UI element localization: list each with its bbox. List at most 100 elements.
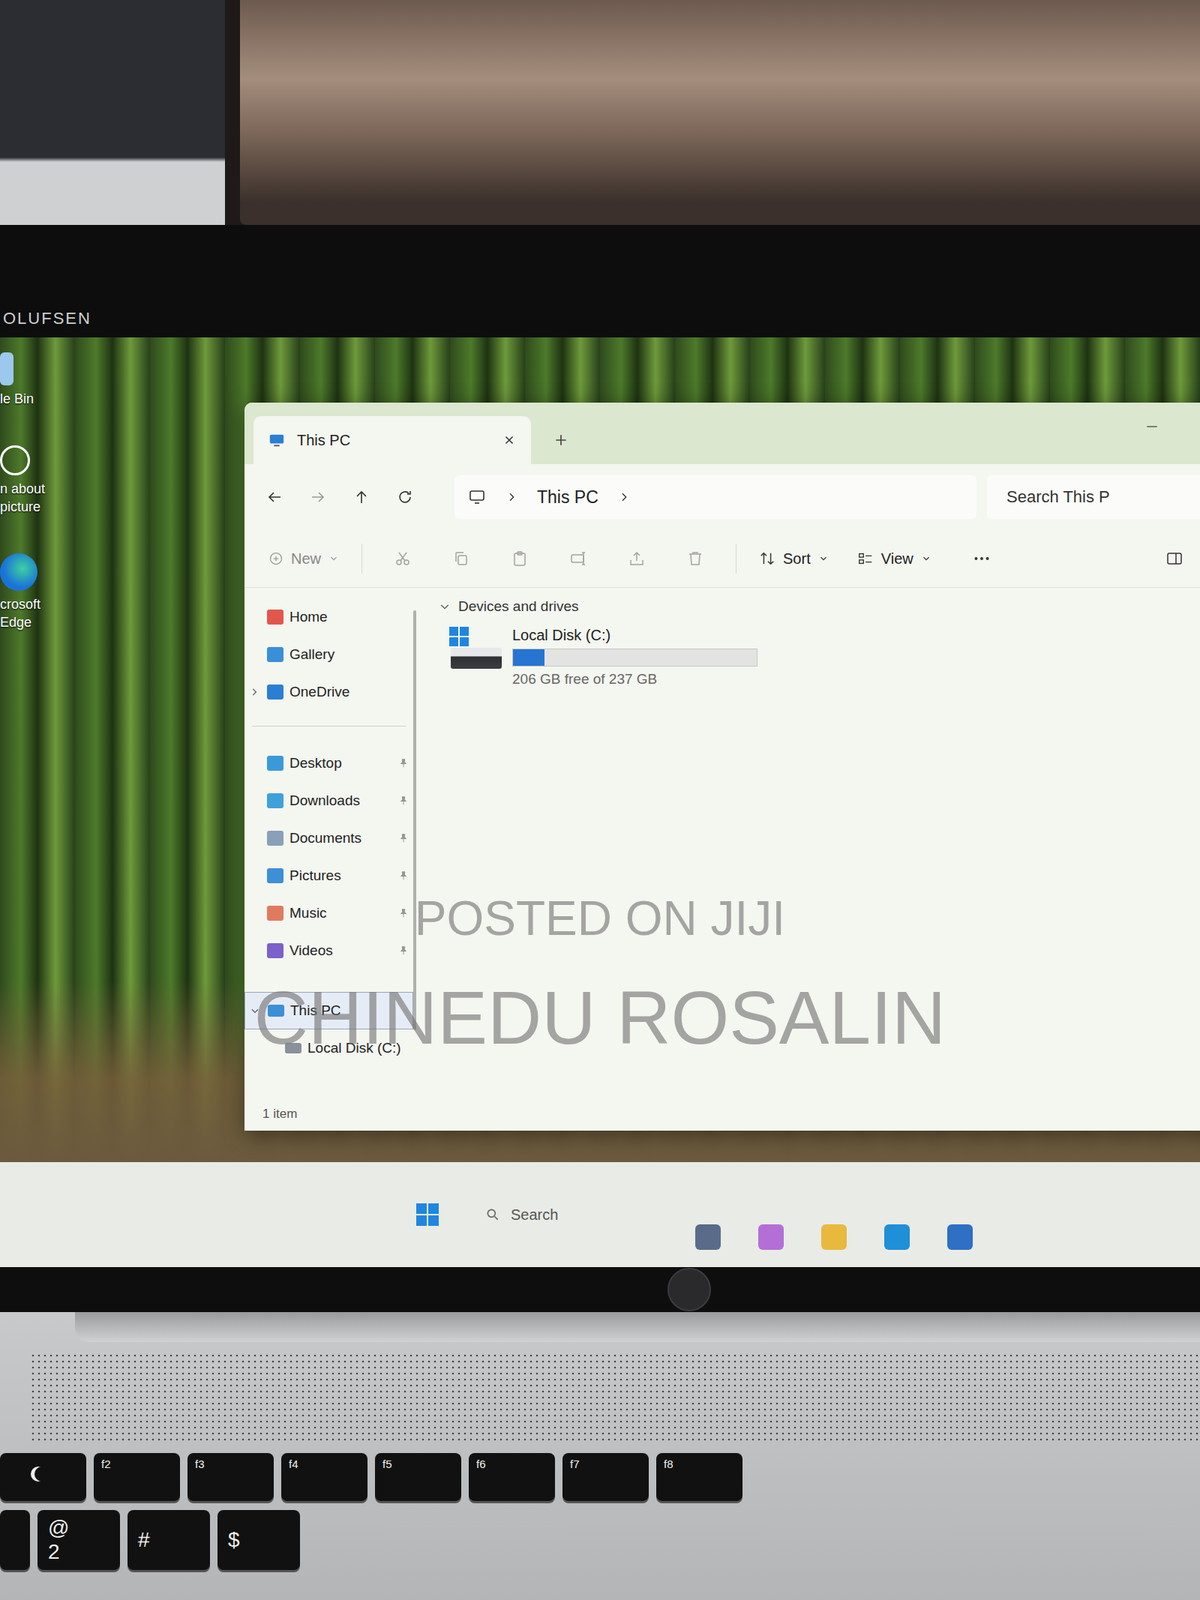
copy-icon[interactable] [452,549,471,568]
folder-icon [267,868,284,884]
sidebar-label: Desktop [289,755,393,772]
key[interactable]: f8 [656,1453,743,1502]
key[interactable]: @2 [37,1510,120,1571]
taskbar-app-icon[interactable] [821,1224,847,1251]
key[interactable]: $ [217,1510,300,1571]
pin-icon[interactable] [398,833,409,844]
taskbar-app-icon[interactable] [758,1224,784,1251]
pin-icon[interactable] [398,795,409,807]
pin-icon[interactable] [398,870,409,882]
tree-item[interactable]: Local Disk (C:) [244,1029,414,1068]
speaker-grill [30,1353,1200,1443]
key[interactable]: f2 [93,1453,180,1502]
item-count: 1 item [262,1107,297,1122]
sort-icon [759,550,776,567]
desktop-icon-label: n about [0,480,45,498]
desktop-icon[interactable]: crosoftEdge [0,553,60,632]
key-label: f5 [382,1458,393,1471]
monitor-icon [468,488,486,507]
details-pane-icon[interactable] [1165,549,1184,568]
cut-icon[interactable] [393,549,412,568]
close-icon[interactable] [502,433,516,447]
key[interactable] [0,1510,30,1571]
computer-icon [267,1005,285,1017]
desktop-icon[interactable]: le Bin [0,352,60,408]
search-field[interactable]: Search This P [987,475,1200,519]
breadcrumb-field[interactable]: This PC [454,475,977,519]
hp-logo-icon [667,1268,711,1312]
chevron-right-icon[interactable] [618,491,630,504]
tab-title: This PC [297,432,491,450]
folder-icon [267,943,284,959]
sidebar-item[interactable]: Downloads [244,782,414,820]
sidebar-label: OneDrive [289,684,409,701]
rename-icon[interactable] [569,549,588,568]
paste-icon[interactable] [510,549,529,568]
key[interactable]: f3 [187,1453,274,1502]
new-button[interactable]: New [262,546,345,573]
desktop-icon-label: Edge [0,613,32,632]
sidebar-item[interactable]: Videos [244,932,414,970]
sidebar-item[interactable]: Music [244,894,414,933]
breadcrumb[interactable]: This PC [537,487,599,508]
computer-icon [285,1043,302,1054]
moon-icon [34,1467,50,1482]
nav-scrollbar[interactable] [413,610,417,1031]
taskbar-app-icon[interactable] [695,1224,721,1251]
sidebar-item[interactable]: Pictures [244,857,414,895]
up-arrow-icon[interactable] [352,488,371,507]
usage-fill [513,649,545,666]
file-actions [378,549,720,568]
view-button[interactable]: View [851,546,938,573]
key[interactable]: f6 [468,1453,555,1502]
pin-icon[interactable] [398,908,409,919]
chevron-icon[interactable] [249,687,260,698]
key[interactable]: f4 [281,1453,368,1502]
tab-bar: This PC [244,402,1200,465]
explorer-window[interactable]: This PC This PC Search This P New Sort View Ho… [244,402,1200,1131]
sidebar-item[interactable]: OneDrive [244,673,414,711]
drive-free-space: 206 GB free of 237 GB [512,671,758,688]
toolbar-separator [361,543,363,574]
key[interactable]: f5 [375,1453,462,1502]
folder-icon [267,831,284,846]
sidebar-item[interactable]: Desktop [244,744,414,783]
drive-tile[interactable]: Local Disk (C:)206 GB free of 237 GB [449,627,758,688]
drive-list: Local Disk (C:)206 GB free of 237 GB [438,615,1200,688]
plus-icon[interactable] [553,432,569,448]
taskbar-app-icon[interactable] [884,1224,910,1251]
folder-icon [267,609,284,625]
start-icon[interactable] [416,1203,439,1227]
tab[interactable]: This PC [253,416,531,465]
taskbar-app-icon[interactable] [947,1224,973,1251]
sidebar-item[interactable]: Home [244,598,414,636]
sidebar-item[interactable]: Gallery [244,636,414,674]
desktop-icon[interactable]: n aboutpicture [0,445,60,516]
forward-arrow-icon[interactable] [309,488,327,507]
brand-label: OLUFSEN [3,309,92,329]
key[interactable]: # [127,1510,210,1571]
back-arrow-icon[interactable] [265,488,284,507]
sidebar-item[interactable]: Documents [244,819,414,858]
key[interactable]: f7 [562,1453,649,1502]
tree-item[interactable]: This PC [244,992,414,1030]
refresh-icon[interactable] [396,488,414,507]
folder-icon [267,756,284,771]
minimize-icon[interactable] [1144,419,1160,435]
taskbar-search[interactable]: Search [476,1198,658,1232]
photo-frame: OLUFSEN le Bin n aboutpicture crosoftEdge Th… [0,0,1200,1600]
more-icon[interactable] [972,549,992,569]
pin-icon[interactable] [398,758,409,769]
group-header[interactable]: Devices and drives [438,598,1200,615]
key[interactable] [0,1453,87,1502]
pin-icon[interactable] [398,945,409,957]
sort-button[interactable]: Sort [753,546,835,573]
function-key-row: f2f3f4 f5 f6 f7 f8 [0,1453,1200,1502]
sidebar-label: Music [289,905,393,922]
toolbar-separator [735,543,737,574]
plus-circle-icon [268,551,284,567]
key-label: f7 [570,1458,580,1471]
chevron-icon[interactable] [249,1005,261,1017]
share-icon[interactable] [627,549,646,568]
delete-icon[interactable] [686,549,705,568]
